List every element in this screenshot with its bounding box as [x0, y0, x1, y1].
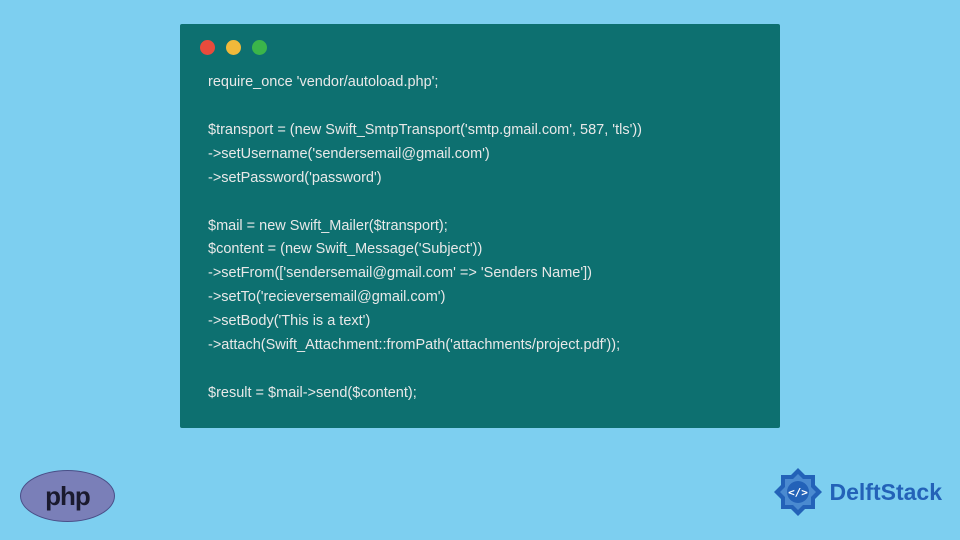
code-line: require_once 'vendor/autoload.php'; — [208, 71, 752, 95]
code-line: $mail = new Swift_Mailer($transport); — [208, 215, 752, 239]
delftstack-icon: </> — [770, 464, 826, 520]
code-line: ->setBody('This is a text') — [208, 310, 752, 334]
code-content: require_once 'vendor/autoload.php'; $tra… — [180, 65, 780, 410]
code-line: ->attach(Swift_Attachment::fromPath('att… — [208, 334, 752, 358]
code-line: ->setUsername('sendersemail@gmail.com') — [208, 143, 752, 167]
window-controls — [180, 24, 780, 65]
code-line — [208, 191, 752, 215]
code-line: ->setPassword('password') — [208, 167, 752, 191]
close-icon — [200, 40, 215, 55]
delftstack-logo: </> DelftStack — [770, 464, 942, 520]
code-line: ->setTo('recieversemail@gmail.com') — [208, 286, 752, 310]
code-line: $content = (new Swift_Message('Subject')… — [208, 238, 752, 262]
delftstack-text: DelftStack — [830, 479, 942, 506]
code-line — [208, 95, 752, 119]
svg-text:</>: </> — [788, 486, 808, 499]
code-line — [208, 358, 752, 382]
maximize-icon — [252, 40, 267, 55]
php-logo: php — [20, 470, 115, 522]
code-line: ->setFrom(['sendersemail@gmail.com' => '… — [208, 262, 752, 286]
code-window: require_once 'vendor/autoload.php'; $tra… — [180, 24, 780, 428]
php-logo-text: php — [45, 481, 90, 512]
minimize-icon — [226, 40, 241, 55]
code-line: $transport = (new Swift_SmtpTransport('s… — [208, 119, 752, 143]
code-line: $result = $mail->send($content); — [208, 382, 752, 406]
